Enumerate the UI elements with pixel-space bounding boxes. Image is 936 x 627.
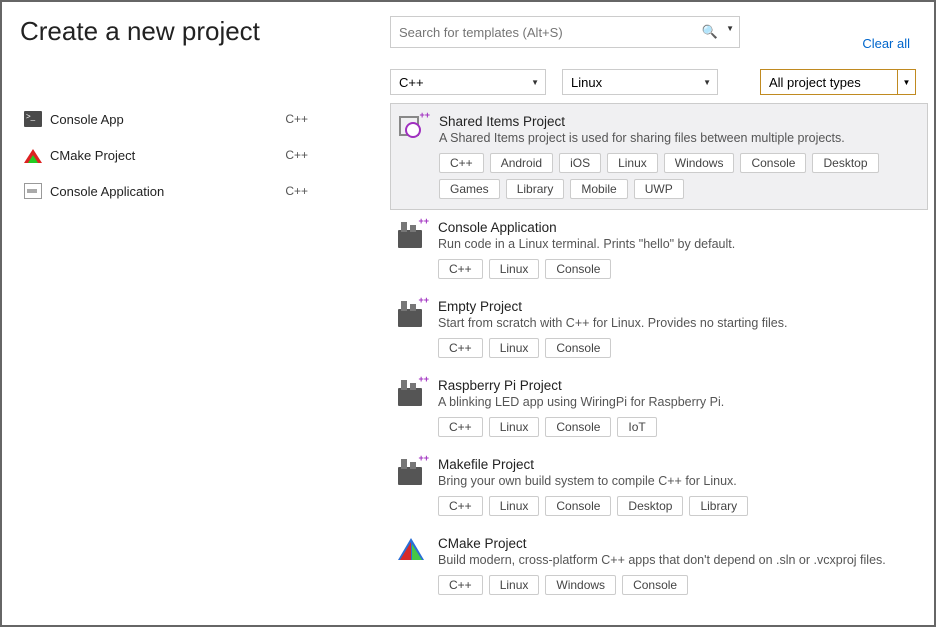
tag: Console <box>545 338 611 358</box>
templates-column[interactable]: ++ Shared Items Project A Shared Items pro… <box>390 103 934 625</box>
recent-item[interactable]: CMake ProjectC++ <box>20 137 372 173</box>
cmake-icon <box>24 147 42 163</box>
template-name: Shared Items Project <box>439 114 917 129</box>
tag: Library <box>506 179 565 199</box>
tag: Desktop <box>617 496 683 516</box>
template-body: Raspberry Pi Project A blinking LED app u… <box>438 378 918 437</box>
template-desc: Start from scratch with C++ for Linux. P… <box>438 316 918 330</box>
linux-icon: ++ <box>398 299 426 327</box>
recent-item-label: Console Application <box>50 184 285 199</box>
template-body: CMake Project Build modern, cross-platfor… <box>438 536 918 595</box>
recent-item[interactable]: Console AppC++ <box>20 103 372 137</box>
recent-item-lang: C++ <box>285 184 308 198</box>
template-desc: A blinking LED app using WiringPi for Ra… <box>438 395 918 409</box>
linux-icon: ++ <box>398 378 426 406</box>
tag: C++ <box>438 496 483 516</box>
tag: C++ <box>439 153 484 173</box>
tag: C++ <box>438 417 483 437</box>
filter-platform[interactable]: Linux ▼ <box>562 69 718 95</box>
template-item[interactable]: ++ Empty Project Start from scratch with C… <box>390 289 928 368</box>
template-body: Shared Items Project A Shared Items proje… <box>439 114 917 199</box>
filter-project-type[interactable]: All project types ▼ <box>760 69 916 95</box>
console-icon <box>24 111 42 127</box>
filter-language-label: C++ <box>399 75 424 90</box>
template-tags: C++ LinuxConsole <box>438 338 918 358</box>
chevron-down-icon: ▼ <box>531 78 539 87</box>
recent-item[interactable]: Console ApplicationC++ <box>20 173 372 209</box>
template-tags: C++ LinuxConsole IoT <box>438 417 918 437</box>
tag: UWP <box>634 179 684 199</box>
template-item[interactable]: ++ Console Application Run code in a Linux… <box>390 210 928 289</box>
clear-all-link[interactable]: Clear all <box>862 16 916 51</box>
tag: Mobile <box>570 179 627 199</box>
top-row: Create a new project 🔍 ▼ Clear all <box>2 2 934 51</box>
tag: iOS <box>559 153 601 173</box>
new-project-window: Create a new project 🔍 ▼ Clear all C++ ▼… <box>0 0 936 627</box>
tag: Linux <box>489 496 540 516</box>
tag: Console <box>545 259 611 279</box>
tag: Console <box>740 153 806 173</box>
template-desc: Bring your own build system to compile C… <box>438 474 918 488</box>
template-name: Console Application <box>438 220 918 235</box>
chevron-down-icon: ▼ <box>897 70 915 94</box>
template-name: Makefile Project <box>438 457 918 472</box>
template-desc: A Shared Items project is used for shari… <box>439 131 917 145</box>
tag: Games <box>439 179 500 199</box>
template-tags: C++ LinuxConsole <box>438 259 918 279</box>
recent-column: Recent project templates Console AppC++C… <box>2 103 390 625</box>
template-item[interactable]: ++ Shared Items Project A Shared Items pro… <box>390 103 928 210</box>
tag: Console <box>622 575 688 595</box>
tag: Console <box>545 496 611 516</box>
filter-platform-label: Linux <box>571 75 602 90</box>
tag: Console <box>545 417 611 437</box>
recent-item-lang: C++ <box>285 148 308 162</box>
linux-icon: ++ <box>398 457 426 485</box>
shared-icon: ++ <box>399 114 427 142</box>
template-name: CMake Project <box>438 536 918 551</box>
filter-project-type-label: All project types <box>769 75 861 90</box>
recent-item-label: Console App <box>50 112 285 127</box>
chevron-down-icon: ▼ <box>703 78 711 87</box>
template-desc: Build modern, cross-platform C++ apps th… <box>438 553 918 567</box>
tag: C++ <box>438 259 483 279</box>
template-name: Empty Project <box>438 299 918 314</box>
recent-item-label: CMake Project <box>50 148 285 163</box>
tag: Android <box>490 153 553 173</box>
template-body: Makefile Project Bring your own build sys… <box>438 457 918 516</box>
tag: Linux <box>489 575 540 595</box>
tag: C++ <box>438 575 483 595</box>
template-body: Console Application Run code in a Linux t… <box>438 220 918 279</box>
tag: Library <box>689 496 748 516</box>
tag: Linux <box>489 338 540 358</box>
linux-icon: ++ <box>398 220 426 248</box>
template-name: Raspberry Pi Project <box>438 378 918 393</box>
search-wrap: 🔍 ▼ <box>390 16 740 48</box>
page-title: Create a new project <box>20 16 390 47</box>
tag: C++ <box>438 338 483 358</box>
template-item[interactable]: ++ Makefile Project Bring your own build s… <box>390 447 928 526</box>
search-input[interactable] <box>390 16 740 48</box>
template-desc: Run code in a Linux terminal. Prints "he… <box>438 237 918 251</box>
template-tags: C++ LinuxConsole Desktop Library <box>438 496 918 516</box>
cmake-icon <box>398 536 426 564</box>
template-tags: C++ Android iOS Linux WindowsConsole Desktop G… <box>439 153 917 199</box>
filter-language[interactable]: C++ ▼ <box>390 69 546 95</box>
tag: Linux <box>489 417 540 437</box>
template-item[interactable]: ++ Raspberry Pi Project A blinking LED app… <box>390 368 928 447</box>
template-item[interactable]: CMake Project Build modern, cross-platfor… <box>390 526 928 605</box>
template-body: Empty Project Start from scratch with C++… <box>438 299 918 358</box>
main-area: Recent project templates Console AppC++C… <box>2 103 934 625</box>
filters-row: C++ ▼ Linux ▼ All project types ▼ <box>2 51 934 103</box>
tag: Windows <box>664 153 735 173</box>
capp-icon <box>24 183 42 199</box>
tag: Desktop <box>812 153 878 173</box>
tag: Windows <box>545 575 616 595</box>
tag: IoT <box>617 417 656 437</box>
tag: Linux <box>607 153 658 173</box>
tag: Linux <box>489 259 540 279</box>
template-tags: C++ LinuxWindows Console <box>438 575 918 595</box>
recent-item-lang: C++ <box>285 112 308 126</box>
